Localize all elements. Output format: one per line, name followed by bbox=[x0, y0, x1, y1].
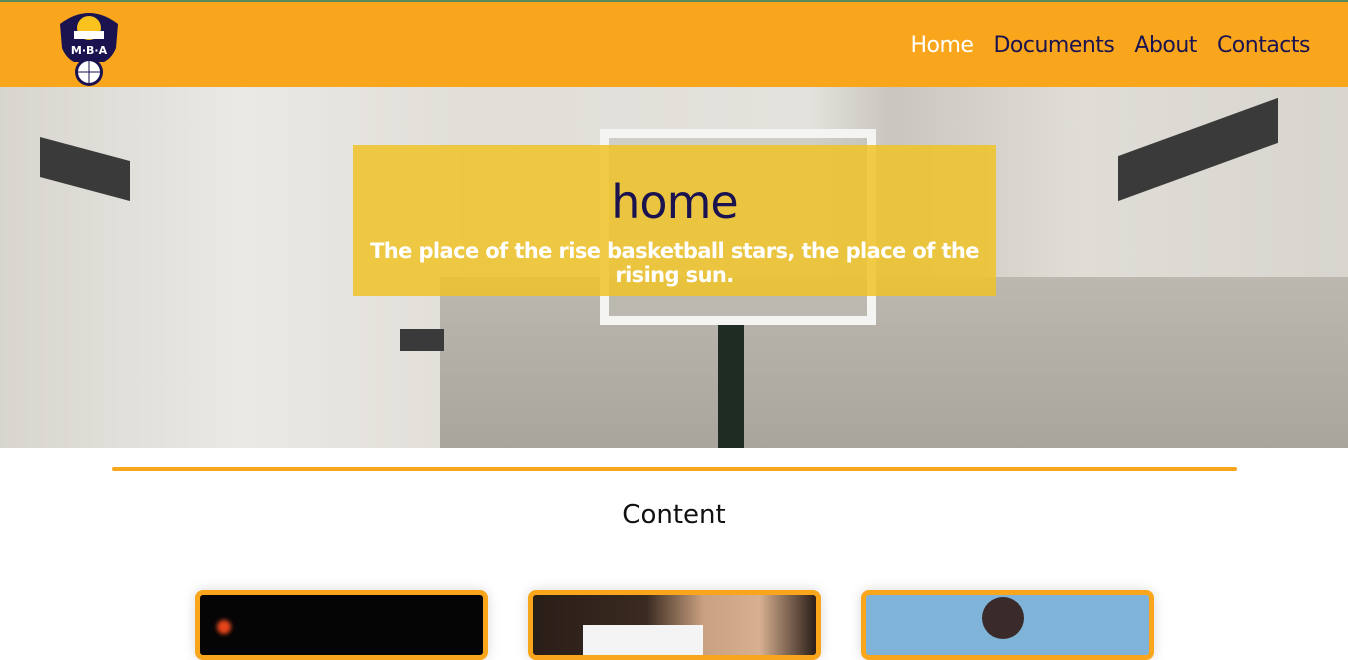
nav-documents[interactable]: Documents bbox=[993, 33, 1114, 58]
hero-title: home bbox=[611, 175, 738, 229]
hero-lamp bbox=[1118, 97, 1278, 202]
content-card[interactable] bbox=[861, 590, 1154, 660]
hero-subtitle: The place of the rise basketball stars, … bbox=[370, 239, 979, 287]
navbar: M·B·A Home Documents About Contacts bbox=[0, 0, 1348, 87]
hero-caption: home The place of the rise basketball st… bbox=[353, 145, 996, 296]
main-menu: Home Documents About Contacts bbox=[910, 33, 1310, 58]
card-image-ball-in-sky bbox=[982, 597, 1024, 639]
hero-lamp bbox=[400, 329, 444, 351]
svg-text:M·B·A: M·B·A bbox=[71, 44, 108, 57]
content-card[interactable] bbox=[528, 590, 821, 660]
nav-about[interactable]: About bbox=[1134, 33, 1197, 58]
nav-home[interactable]: Home bbox=[910, 33, 973, 58]
hero-lamp bbox=[40, 136, 130, 202]
card-image-dark-basketball bbox=[217, 620, 231, 634]
nav-contacts[interactable]: Contacts bbox=[1217, 33, 1311, 58]
content-heading: Content bbox=[622, 500, 726, 530]
card-image-player-dribbling bbox=[583, 625, 703, 655]
hero-pole bbox=[718, 325, 744, 448]
content-card[interactable] bbox=[195, 590, 488, 660]
mba-logo[interactable]: M·B·A bbox=[54, 6, 124, 88]
hero-banner: home The place of the rise basketball st… bbox=[0, 87, 1348, 448]
section-divider bbox=[112, 467, 1237, 471]
hero-wall bbox=[440, 277, 1348, 448]
